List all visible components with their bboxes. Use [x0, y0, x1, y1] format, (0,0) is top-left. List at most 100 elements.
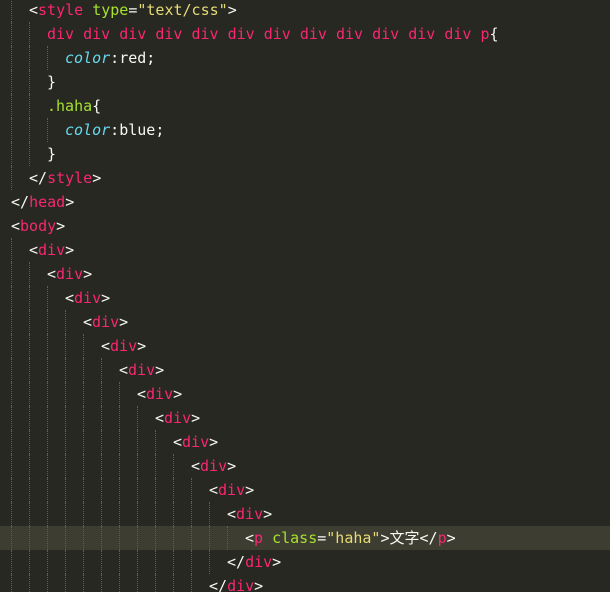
- indent-guide: [83, 550, 84, 574]
- indent-guide: [83, 454, 84, 478]
- indent-guide: [29, 550, 30, 574]
- code-token: 文字: [389, 529, 420, 547]
- indent-guide: [47, 310, 48, 334]
- code-line[interactable]: color:red;: [0, 46, 610, 70]
- code-line-text: </div>: [227, 550, 281, 574]
- code-token: <: [47, 265, 57, 283]
- indent-guide: [119, 478, 120, 502]
- indent-guide: [173, 502, 174, 526]
- code-token: style: [38, 1, 84, 19]
- code-line-text: <div>: [137, 382, 182, 406]
- code-token: red: [119, 49, 147, 67]
- code-line[interactable]: <p class="haha">文字</p>: [0, 526, 610, 550]
- code-token: </: [227, 553, 246, 571]
- code-token: >: [65, 241, 75, 259]
- indent-guide: [173, 478, 174, 502]
- code-line[interactable]: <div>: [0, 502, 610, 526]
- code-line[interactable]: div div div div div div div div div div …: [0, 22, 610, 46]
- indent-guide: [191, 526, 192, 550]
- code-editor[interactable]: <style type="text/css"> div div div div d…: [0, 0, 610, 592]
- code-line-text: color:red;: [65, 46, 155, 70]
- code-token: <: [227, 505, 237, 523]
- code-line[interactable]: }: [0, 70, 610, 94]
- indent-guide: [47, 118, 48, 142]
- code-token: color: [65, 49, 111, 67]
- code-line-text: <style type="text/css">: [29, 0, 237, 22]
- code-line[interactable]: </div>: [0, 574, 610, 592]
- code-line[interactable]: <div>: [0, 238, 610, 262]
- code-line-text: }: [47, 70, 56, 94]
- code-line[interactable]: <div>: [0, 262, 610, 286]
- code-line-text: <p class="haha">文字</p>: [245, 526, 456, 550]
- indent-guide: [29, 382, 30, 406]
- indent-guide: [47, 574, 48, 592]
- code-token: style: [47, 169, 93, 187]
- code-line[interactable]: </head>: [0, 190, 610, 214]
- indent-guide: [137, 574, 138, 592]
- indent-guide: [11, 334, 12, 358]
- code-token: {: [92, 97, 102, 115]
- indent-guide: [11, 46, 12, 70]
- code-line[interactable]: </style>: [0, 166, 610, 190]
- indent-guide: [11, 118, 12, 142]
- code-line[interactable]: <style type="text/css">: [0, 0, 610, 22]
- code-token: <: [191, 457, 201, 475]
- code-token: head: [29, 193, 66, 211]
- indent-guide: [83, 334, 84, 358]
- indent-guide: [47, 358, 48, 382]
- code-line[interactable]: <div>: [0, 382, 610, 406]
- code-line[interactable]: <div>: [0, 478, 610, 502]
- code-token: :: [110, 121, 120, 139]
- indent-guide: [65, 502, 66, 526]
- code-line[interactable]: <body>: [0, 214, 610, 238]
- indent-guide: [11, 478, 12, 502]
- code-line-text: <div>: [227, 502, 272, 526]
- code-token: p: [254, 529, 264, 547]
- indent-guide: [155, 550, 156, 574]
- code-line-text: <div>: [191, 454, 236, 478]
- code-token: div: [227, 577, 255, 592]
- code-token: type: [92, 1, 129, 19]
- indent-guide: [29, 526, 30, 550]
- indent-guide: [29, 262, 30, 286]
- code-line[interactable]: <div>: [0, 310, 610, 334]
- indent-guide: [83, 430, 84, 454]
- code-line-text: <div>: [65, 286, 110, 310]
- code-line[interactable]: .haha{: [0, 94, 610, 118]
- code-token: >: [227, 1, 237, 19]
- code-token: >: [65, 193, 75, 211]
- indent-guide: [119, 454, 120, 478]
- code-line[interactable]: <div>: [0, 286, 610, 310]
- indent-guide: [137, 454, 138, 478]
- code-line[interactable]: <div>: [0, 406, 610, 430]
- code-token: color: [65, 121, 111, 139]
- code-token: "haha": [326, 529, 381, 547]
- code-line[interactable]: color:blue;: [0, 118, 610, 142]
- code-line[interactable]: }: [0, 142, 610, 166]
- code-line-text: <div>: [155, 406, 200, 430]
- code-line[interactable]: </div>: [0, 550, 610, 574]
- indent-guide: [101, 526, 102, 550]
- indent-guide: [11, 238, 12, 262]
- indent-guide: [83, 526, 84, 550]
- code-token: >: [272, 553, 282, 571]
- indent-guide: [191, 502, 192, 526]
- code-line[interactable]: <div>: [0, 358, 610, 382]
- code-line[interactable]: <div>: [0, 454, 610, 478]
- code-token: ;: [155, 121, 165, 139]
- code-token: }: [47, 145, 57, 163]
- indent-guide: [65, 382, 66, 406]
- code-token: div: [56, 265, 84, 283]
- code-token: div div div div div div div div div div …: [47, 25, 490, 43]
- indent-guide: [47, 454, 48, 478]
- code-line[interactable]: <div>: [0, 334, 610, 358]
- indent-guide: [101, 478, 102, 502]
- indent-guide: [101, 454, 102, 478]
- indent-guide: [137, 502, 138, 526]
- code-line-text: <div>: [119, 358, 164, 382]
- indent-guide: [119, 550, 120, 574]
- indent-guide: [65, 430, 66, 454]
- code-line[interactable]: <div>: [0, 430, 610, 454]
- indent-guide: [137, 526, 138, 550]
